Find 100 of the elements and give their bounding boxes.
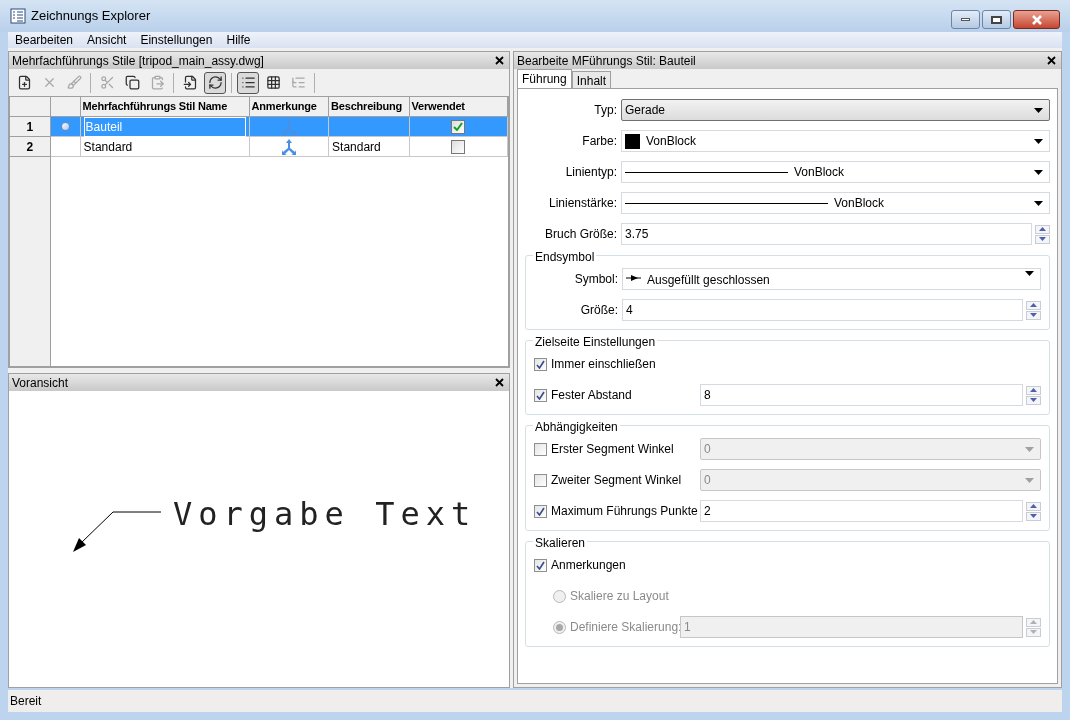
maximize-button[interactable] <box>982 10 1011 29</box>
number-field[interactable]: 4 <box>622 299 1023 321</box>
up-arrow-icon <box>1039 227 1046 231</box>
checkbox[interactable] <box>534 442 547 456</box>
spin-down-button[interactable] <box>1026 511 1041 521</box>
up-arrow-icon <box>1030 303 1037 307</box>
checkbox[interactable] <box>534 388 547 402</box>
refresh-button[interactable] <box>204 71 226 94</box>
linetype-dropdown[interactable]: VonBlock <box>621 192 1050 214</box>
option-label: Definiere Skalierung: <box>570 619 682 636</box>
option-label: Erster Segment Winkel <box>551 441 674 458</box>
field-label: Linienstärke: <box>547 195 617 212</box>
close-button[interactable] <box>1013 10 1060 29</box>
checkbox[interactable] <box>534 504 547 518</box>
field-label: Linientyp: <box>564 164 617 181</box>
down-arrow-icon <box>1030 514 1037 518</box>
close-icon[interactable] <box>495 378 504 387</box>
field-label: Farbe: <box>581 133 617 150</box>
spin-up-button[interactable] <box>1035 224 1050 234</box>
spin-up-button[interactable] <box>1026 300 1041 310</box>
option-label: Maximum Führungs Punkte <box>551 503 698 520</box>
checkbox[interactable] <box>534 473 547 487</box>
option-label: Immer einschließen <box>551 356 656 373</box>
menu-item[interactable]: Hilfe <box>226 31 251 49</box>
field-label: Größe: <box>579 302 618 319</box>
table-cell: Standard <box>80 137 250 157</box>
row-number: 2 <box>10 137 51 157</box>
annotative-icon <box>281 138 296 155</box>
field-label: Typ: <box>593 102 617 119</box>
panel-title: Mehrfachführungs Stile [tripod_main_assy.dwg] <box>12 52 265 70</box>
app-icon <box>10 8 26 24</box>
checkbox[interactable] <box>534 558 547 572</box>
number-field[interactable]: 2 <box>700 500 1023 522</box>
caret-icon <box>1034 138 1043 144</box>
maximize-icon <box>991 15 1002 24</box>
checkmark-icon <box>536 560 545 570</box>
up-arrow-icon <box>1030 504 1037 508</box>
scissors-icon <box>99 75 115 90</box>
row-number: 1 <box>10 117 51 137</box>
annotative-icon <box>281 118 296 135</box>
down-arrow-icon <box>1030 630 1037 634</box>
minimize-button[interactable] <box>951 10 980 29</box>
sample-text: Vorgabe Text <box>173 498 477 530</box>
brush-icon <box>66 75 82 90</box>
caret-icon <box>1034 169 1043 175</box>
spin-up-button[interactable] <box>1026 501 1041 511</box>
spin-down-button[interactable] <box>1026 395 1041 405</box>
number-field[interactable]: 3.75 <box>621 223 1032 245</box>
panel-title: Voransicht <box>12 374 70 392</box>
checkmark-icon <box>536 390 545 400</box>
checkmark-icon <box>536 359 545 369</box>
checkmark-icon <box>536 506 545 516</box>
close-icon[interactable] <box>1047 56 1056 65</box>
menu-item[interactable]: Bearbeiten <box>15 31 74 49</box>
type-dropdown[interactable]: Gerade <box>621 99 1050 121</box>
down-arrow-icon <box>1030 313 1037 317</box>
spin-down-button[interactable] <box>1035 234 1050 244</box>
refresh-icon <box>207 75 223 90</box>
close-icon[interactable] <box>495 56 504 65</box>
caret-icon <box>1034 200 1043 206</box>
grid-icon <box>265 75 281 90</box>
close-icon <box>1030 14 1043 25</box>
caret-icon <box>1025 446 1034 452</box>
status-text: Bereit <box>10 693 42 710</box>
caret-icon <box>1025 477 1034 483</box>
table-cell: Standard <box>329 137 410 157</box>
number-field[interactable]: 8 <box>700 384 1023 406</box>
caret-icon <box>1025 271 1034 276</box>
import-icon <box>182 75 198 90</box>
spin-up-button[interactable] <box>1026 385 1041 395</box>
list-button[interactable] <box>237 71 259 94</box>
new-file-icon <box>16 75 32 90</box>
symbol-dropdown[interactable]: Ausgefüllt geschlossen <box>622 268 1041 290</box>
color-dropdown[interactable]: VonBlock <box>621 130 1050 152</box>
field-label: Symbol: <box>573 271 618 288</box>
panel-title: Bearbeite MFührungs Stil: Bauteil <box>517 52 697 70</box>
linetype-dropdown[interactable]: VonBlock <box>621 161 1050 183</box>
down-arrow-icon <box>1039 237 1046 241</box>
option-label: Anmerkungen <box>551 557 626 574</box>
tree-icon <box>290 75 306 90</box>
option-label: Fester Abstand <box>551 387 632 404</box>
down-arrow-icon <box>1030 398 1037 402</box>
copy-icon <box>124 75 140 90</box>
minimize-icon <box>961 18 970 21</box>
menu-item[interactable]: Einstellungen <box>140 31 213 49</box>
tab[interactable]: Inhalt <box>571 71 612 88</box>
arrowhead-icon <box>626 274 641 282</box>
tab[interactable]: Führung <box>517 69 572 88</box>
clipboard-icon <box>149 75 165 90</box>
up-arrow-icon <box>1030 388 1037 392</box>
option-label: Skaliere zu Layout <box>570 588 669 605</box>
menu-item[interactable]: Ansicht <box>87 31 127 49</box>
list-icon <box>240 75 256 90</box>
window-title: Zeichnungs Explorer <box>31 7 152 26</box>
checkbox[interactable] <box>534 357 547 371</box>
caret-icon <box>1034 107 1043 113</box>
field-label: Bruch Größe: <box>543 226 617 243</box>
up-arrow-icon <box>1030 620 1037 624</box>
option-label: Zweiter Segment Winkel <box>551 472 682 489</box>
spin-down-button[interactable] <box>1026 310 1041 320</box>
